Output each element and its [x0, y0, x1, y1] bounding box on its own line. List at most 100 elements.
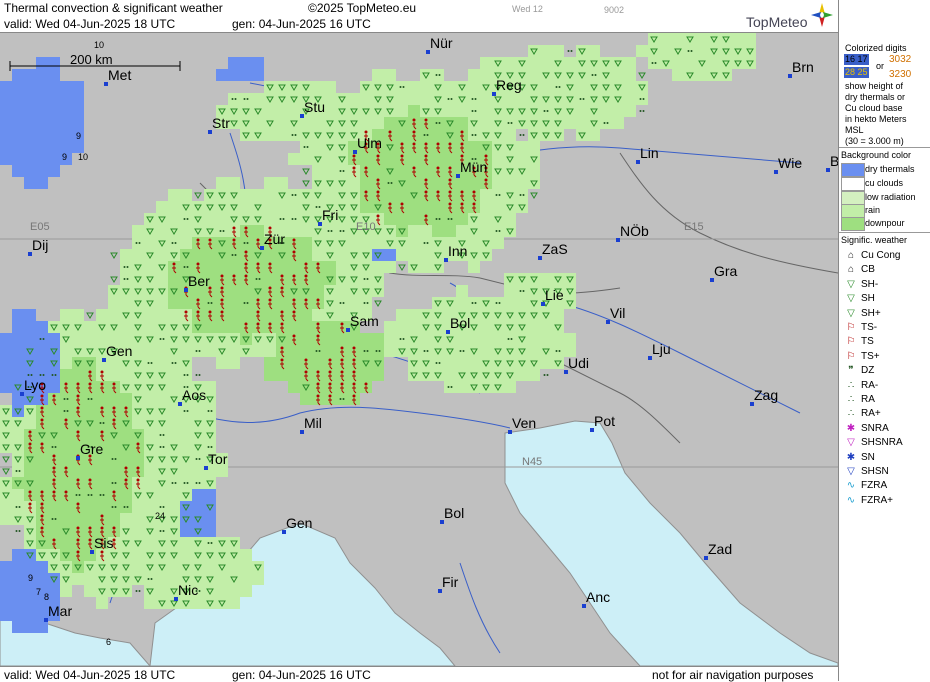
weather-cell: [408, 105, 420, 117]
weather-cell: [480, 321, 492, 333]
weather-cell: [132, 369, 144, 381]
weather-cell: [312, 117, 324, 129]
weather-cell: [696, 33, 708, 45]
weather-cell: [84, 321, 96, 333]
weather-cell: [84, 345, 96, 357]
weather-cell: [180, 429, 192, 441]
weather-cell: [24, 417, 36, 429]
weather-cell: [336, 225, 348, 237]
weather-cell: [168, 405, 180, 417]
legend-row-sh-: ▽ SH+: [841, 307, 881, 321]
legend-row-cb: ⌂ CB: [841, 263, 875, 277]
weather-cell: [408, 225, 420, 237]
weather-cell: [324, 321, 336, 333]
weather-cell: [84, 513, 96, 525]
weather-cell: [264, 345, 276, 357]
weather-cell: [156, 489, 168, 501]
weather-cell: [384, 333, 396, 345]
weather-symbol-icon: ▽: [847, 466, 855, 477]
weather-cell: [324, 165, 336, 177]
weather-cell: [36, 93, 48, 105]
weather-cell: [360, 345, 372, 357]
weather-cell: [168, 429, 180, 441]
weather-cell: [204, 597, 216, 609]
weather-cell: [120, 537, 132, 549]
weather-cell: [276, 249, 288, 261]
weather-cell: [96, 501, 108, 513]
weather-cell: [408, 93, 420, 105]
weather-cell: [480, 381, 492, 393]
weather-cell: [228, 57, 240, 69]
weather-cell: [132, 237, 144, 249]
weather-cell: [120, 369, 132, 381]
weather-cell: [372, 81, 384, 93]
weather-cell: [324, 285, 336, 297]
weather-cell: [204, 297, 216, 309]
svg-text:Inn: Inn: [448, 243, 467, 259]
weather-cell: [324, 345, 336, 357]
weather-cell: [168, 501, 180, 513]
weather-cell: [408, 213, 420, 225]
weather-cell: [216, 213, 228, 225]
legend-label: SH-: [861, 278, 879, 290]
weather-cell: [84, 405, 96, 417]
weather-cell: [264, 177, 276, 189]
weather-cell: [252, 201, 264, 213]
svg-text:Gen: Gen: [286, 515, 312, 531]
weather-cell: [372, 165, 384, 177]
weather-cell: [492, 381, 504, 393]
weather-map[interactable]: 10 9 9 10 24 9 7 8 6 E05 E10 E15 N45 Nür Brn Reg Met St…: [0, 33, 838, 666]
weather-cell: [384, 249, 396, 261]
weather-cell: [216, 237, 228, 249]
weather-cell: [48, 57, 60, 69]
weather-cell: [384, 237, 396, 249]
weather-cell: [396, 321, 408, 333]
weather-cell: [24, 141, 36, 153]
weather-cell: [0, 513, 12, 525]
weather-cell: [48, 585, 60, 597]
weather-cell: [348, 93, 360, 105]
or-label: or: [876, 61, 885, 71]
weather-cell: [192, 477, 204, 489]
weather-cell: [0, 93, 12, 105]
weather-cell: [180, 537, 192, 549]
weather-cell: [312, 141, 324, 153]
weather-cell: [408, 201, 420, 213]
weather-cell: [408, 249, 420, 261]
legend-label: CB: [861, 264, 875, 276]
weather-cell: [228, 321, 240, 333]
weather-cell: [48, 573, 60, 585]
valid-time-label: valid: Wed 04-Jun-2025 18 UTC: [4, 17, 176, 31]
weather-cell: [492, 129, 504, 141]
weather-symbol-icon: ▽: [847, 307, 855, 319]
weather-cell: [60, 81, 72, 93]
weather-cell: [156, 441, 168, 453]
weather-cell: [264, 81, 276, 93]
weather-cell: [144, 357, 156, 369]
weather-cell: [0, 573, 12, 585]
weather-cell: [72, 561, 84, 573]
weather-cell: [624, 105, 636, 117]
grid-label: E05: [30, 221, 50, 233]
weather-cell: [360, 333, 372, 345]
svg-text:Mün: Mün: [460, 159, 487, 175]
weather-cell: [492, 141, 504, 153]
weather-cell: [132, 549, 144, 561]
weather-cell: [396, 177, 408, 189]
weather-cell: [276, 81, 288, 93]
weather-cell: [468, 117, 480, 129]
weather-cell: [84, 333, 96, 345]
weather-cell: [120, 309, 132, 321]
weather-cell: [336, 261, 348, 273]
weather-cell: [204, 345, 216, 357]
legend-row-cu-cong: ⌂ Cu Cong: [841, 249, 901, 263]
weather-cell: [360, 357, 372, 369]
weather-cell: [156, 237, 168, 249]
weather-cell: [156, 465, 168, 477]
weather-cell: [168, 333, 180, 345]
weather-cell: [504, 117, 516, 129]
weather-cell: [312, 81, 324, 93]
weather-cell: [0, 81, 12, 93]
weather-cell: [144, 393, 156, 405]
svg-text:Stu: Stu: [304, 99, 325, 115]
